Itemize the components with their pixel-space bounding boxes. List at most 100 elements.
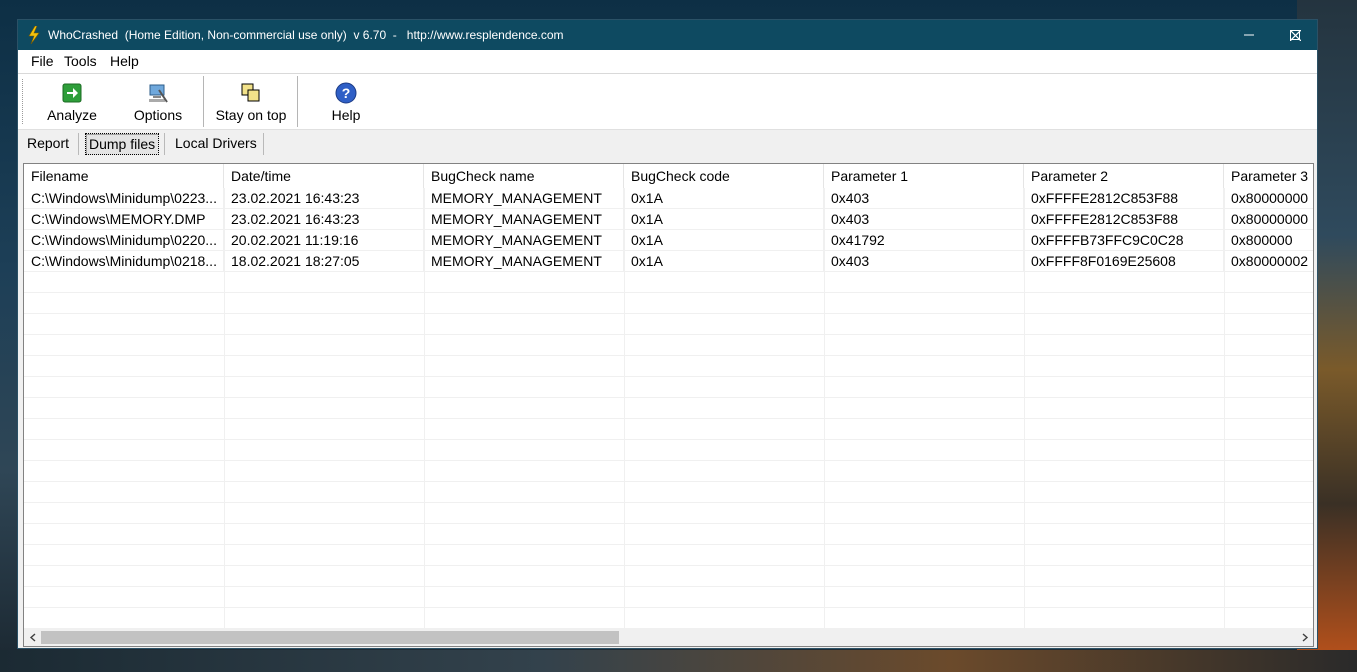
column-header-bugcheck-code[interactable]: BugCheck code	[624, 164, 824, 188]
empty-table-row	[24, 524, 1313, 545]
dump-files-table: Filename Date/time BugCheck name BugChec…	[23, 163, 1314, 647]
column-header-parameter-1[interactable]: Parameter 1	[824, 164, 1024, 188]
table-row[interactable]: C:\Windows\MEMORY.DMP 23.02.2021 16:43:2…	[24, 209, 1313, 230]
help-label: Help	[331, 107, 361, 123]
empty-table-row	[24, 419, 1313, 440]
menu-help[interactable]: Help	[110, 53, 139, 69]
tab-report[interactable]: Report	[27, 133, 69, 153]
empty-table-row	[24, 566, 1313, 587]
desktop-bottom	[0, 650, 1357, 672]
chevron-left-icon	[29, 633, 35, 642]
menu-tools[interactable]: Tools	[64, 53, 97, 69]
title-bar[interactable]: WhoCrashed (Home Edition, Non-commercial…	[18, 20, 1317, 50]
computer-settings-icon	[149, 84, 168, 103]
cell-datetime: 23.02.2021 16:43:23	[224, 209, 424, 229]
tab-bar: Report Dump files Local Drivers	[18, 130, 1317, 156]
cell-parameter-1: 0x403	[824, 188, 1024, 208]
column-header-parameter-2[interactable]: Parameter 2	[1024, 164, 1224, 188]
cell-bugcheck-code: 0x1A	[624, 230, 824, 250]
empty-table-row	[24, 440, 1313, 461]
cell-bugcheck-code: 0x1A	[624, 209, 824, 229]
stacked-windows-icon	[241, 83, 260, 102]
options-label: Options	[133, 107, 183, 123]
minimize-button[interactable]	[1226, 20, 1272, 50]
cell-parameter-2: 0xFFFFB73FFC9C0C28	[1024, 230, 1224, 250]
cell-filename: C:\Windows\Minidump\0223...	[24, 188, 224, 208]
table-row[interactable]: C:\Windows\Minidump\0223... 23.02.2021 1…	[24, 188, 1313, 209]
chevron-right-icon	[1302, 633, 1308, 642]
menu-file[interactable]: File	[31, 53, 54, 69]
window-title: WhoCrashed (Home Edition, Non-commercial…	[48, 28, 564, 42]
scroll-left-button[interactable]	[24, 629, 41, 646]
menu-bar: File Tools Help	[18, 50, 1317, 74]
empty-table-row	[24, 272, 1313, 293]
empty-table-row	[24, 377, 1313, 398]
cell-parameter-3: 0x800000	[1224, 230, 1313, 250]
toolbar-separator	[203, 76, 204, 127]
cell-parameter-2: 0xFFFFE2812C853F88	[1024, 188, 1224, 208]
analyze-label: Analyze	[47, 107, 97, 123]
tab-dump-files[interactable]: Dump files	[85, 133, 160, 155]
cell-datetime: 20.02.2021 11:19:16	[224, 230, 424, 250]
tab-separator	[78, 133, 79, 155]
tab-separator	[164, 133, 165, 155]
cell-parameter-3: 0x80000000	[1224, 188, 1313, 208]
analyze-button[interactable]: Analyze	[40, 74, 104, 129]
cell-bugcheck-name: MEMORY_MANAGEMENT	[424, 209, 624, 229]
empty-table-row	[24, 461, 1313, 482]
horizontal-scrollbar[interactable]	[24, 629, 1313, 646]
empty-table-row	[24, 503, 1313, 524]
empty-table-row	[24, 335, 1313, 356]
toolbar-separator	[297, 76, 298, 127]
scrollbar-thumb[interactable]	[41, 631, 619, 644]
stay-on-top-button[interactable]: Stay on top	[212, 74, 290, 129]
cell-parameter-3: 0x80000002	[1224, 251, 1313, 271]
empty-table-row	[24, 482, 1313, 503]
cell-parameter-1: 0x403	[824, 209, 1024, 229]
minimize-icon	[1244, 34, 1254, 36]
column-header-datetime[interactable]: Date/time	[224, 164, 424, 188]
cell-datetime: 18.02.2021 18:27:05	[224, 251, 424, 271]
tab-separator	[263, 133, 264, 155]
toolbar: Analyze Options Stay on top ? Help	[18, 74, 1317, 130]
empty-table-row	[24, 314, 1313, 335]
tab-local-drivers[interactable]: Local Drivers	[175, 133, 257, 153]
empty-table-row	[24, 293, 1313, 314]
cell-bugcheck-code: 0x1A	[624, 188, 824, 208]
cell-datetime: 23.02.2021 16:43:23	[224, 188, 424, 208]
table-row[interactable]: C:\Windows\Minidump\0220... 20.02.2021 1…	[24, 230, 1313, 251]
table-row[interactable]: C:\Windows\Minidump\0218... 18.02.2021 1…	[24, 251, 1313, 272]
lightning-icon	[28, 26, 40, 44]
cell-parameter-1: 0x403	[824, 251, 1024, 271]
svg-text:?: ?	[342, 85, 351, 101]
cell-bugcheck-name: MEMORY_MANAGEMENT	[424, 188, 624, 208]
green-arrow-icon	[62, 83, 82, 103]
cell-filename: C:\Windows\MEMORY.DMP	[24, 209, 224, 229]
table-header: Filename Date/time BugCheck name BugChec…	[24, 164, 1313, 188]
toolbar-grip[interactable]	[22, 79, 25, 124]
options-button[interactable]: Options	[126, 74, 190, 129]
empty-table-row	[24, 356, 1313, 377]
cell-filename: C:\Windows\Minidump\0220...	[24, 230, 224, 250]
app-window: WhoCrashed (Home Edition, Non-commercial…	[17, 19, 1318, 649]
column-header-parameter-3[interactable]: Parameter 3	[1224, 164, 1313, 188]
cell-parameter-2: 0xFFFF8F0169E25608	[1024, 251, 1224, 271]
empty-table-row	[24, 398, 1313, 419]
empty-table-row	[24, 587, 1313, 608]
column-header-filename[interactable]: Filename	[24, 164, 224, 188]
cell-bugcheck-name: MEMORY_MANAGEMENT	[424, 230, 624, 250]
stay-on-top-label: Stay on top	[215, 107, 287, 123]
empty-table-row	[24, 545, 1313, 566]
scroll-right-button[interactable]	[1296, 629, 1313, 646]
cell-bugcheck-code: 0x1A	[624, 251, 824, 271]
help-button[interactable]: ? Help	[314, 74, 378, 129]
cell-bugcheck-name: MEMORY_MANAGEMENT	[424, 251, 624, 271]
column-header-bugcheck-name[interactable]: BugCheck name	[424, 164, 624, 188]
empty-table-row	[24, 608, 1313, 629]
cell-parameter-3: 0x80000000	[1224, 209, 1313, 229]
question-circle-icon: ?	[335, 82, 357, 104]
cell-parameter-1: 0x41792	[824, 230, 1024, 250]
cell-parameter-2: 0xFFFFE2812C853F88	[1024, 209, 1224, 229]
close-icon	[1289, 29, 1301, 41]
close-button[interactable]	[1272, 20, 1318, 50]
